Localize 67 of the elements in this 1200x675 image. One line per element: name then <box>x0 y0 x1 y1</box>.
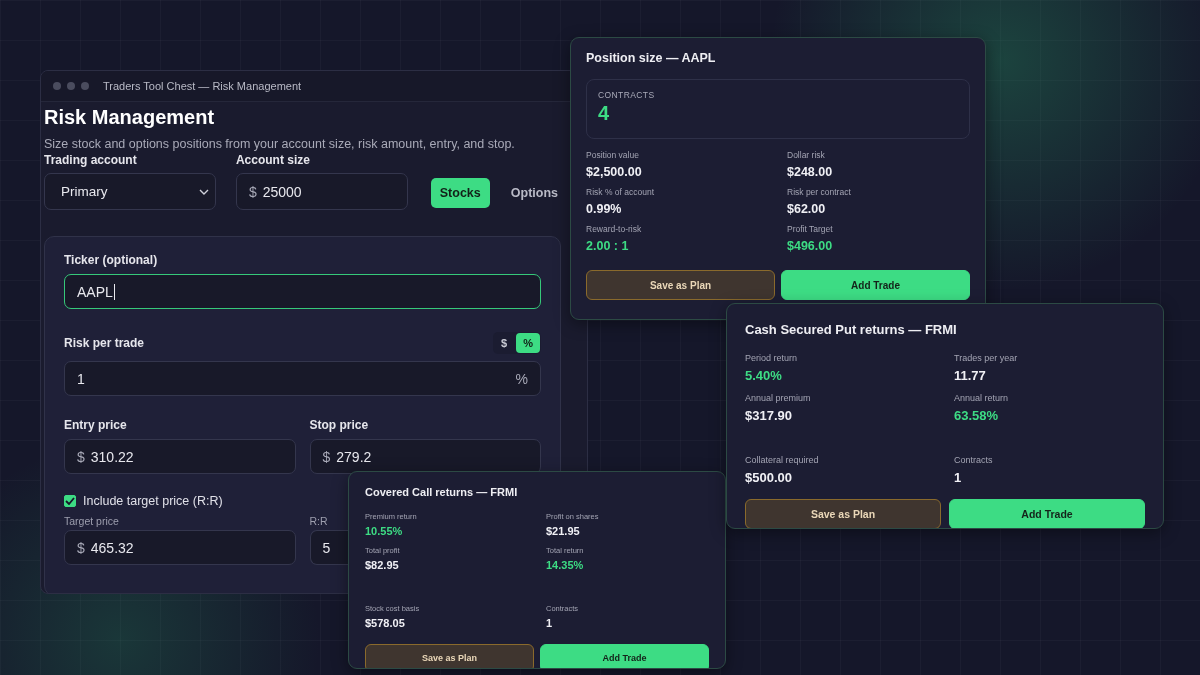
card-title: Position size — AAPL <box>586 51 717 65</box>
unit-option[interactable]: $ <box>494 333 515 353</box>
metric-value: 1 <box>954 470 962 485</box>
metric-label: Annual return <box>954 393 1009 403</box>
metric-label: Period return <box>745 353 798 363</box>
metric-value: $496.00 <box>787 239 833 253</box>
metric-label: Reward-to-risk <box>586 224 642 234</box>
metric-label: Dollar risk <box>787 150 825 160</box>
checkbox[interactable] <box>64 495 76 507</box>
page-subtitle: Size stock and options positions from your account size, risk amount, entry, and stop. <box>44 137 516 151</box>
unit-option[interactable]: % <box>516 333 540 353</box>
target-price-field[interactable]: $ 465.32 <box>64 530 296 565</box>
ticker-field[interactable]: AAPL <box>64 274 541 309</box>
metric-value: 2.00 : 1 <box>586 239 629 253</box>
metric-value: 14.35% <box>546 559 584 571</box>
account-select[interactable]: Primary <box>44 173 216 210</box>
field-label: Entry price <box>64 418 128 432</box>
checkbox-label: Include target price (R:R) <box>83 494 223 508</box>
metric-value: $248.00 <box>787 165 833 179</box>
metric-value: $62.00 <box>787 202 826 216</box>
field-label: Stop price <box>309 418 370 432</box>
metric-value: $500.00 <box>745 470 792 485</box>
risk-field[interactable]: 1 % <box>64 361 541 396</box>
metric-value: 0.99% <box>586 202 622 216</box>
metric-value: $317.90 <box>745 408 792 423</box>
metric-label: Profit Target <box>787 224 833 234</box>
card-title: Covered Call returns — FRMI <box>365 486 519 498</box>
metric-label: Trades per year <box>954 353 1018 363</box>
metric-value: 5.40% <box>745 368 782 383</box>
metric-value: $578.05 <box>365 617 405 629</box>
field-label: Ticker (optional) <box>64 253 159 267</box>
field-label: Risk per trade <box>64 336 145 350</box>
field-label: Trading account <box>44 153 138 167</box>
card-title: Cash Secured Put returns — FRMI <box>745 322 958 337</box>
mode-tab[interactable]: Options <box>501 178 567 208</box>
account-size-field[interactable]: $ 25000 <box>235 173 408 210</box>
stop-price-field[interactable]: $ 279.2 <box>309 439 541 474</box>
save-plan-button[interactable]: Save as Plan <box>365 644 534 668</box>
metric-label: Risk per contract <box>787 187 851 197</box>
metric-value: 10.55% <box>365 525 403 537</box>
metric-value: $2,500.00 <box>586 165 642 179</box>
metric-value: 63.58% <box>954 408 999 423</box>
ratio-field[interactable]: 5 <box>309 530 349 565</box>
metric-label: Risk % of account <box>586 187 655 197</box>
save-plan-button[interactable]: Save as Plan <box>586 270 775 300</box>
entry-price-field[interactable]: $ 310.22 <box>64 439 296 474</box>
add-trade-button[interactable]: Add Trade <box>540 644 709 668</box>
add-trade-button[interactable]: Add Trade <box>781 270 970 300</box>
metric-label: Collateral required <box>745 455 819 465</box>
metric-value: 1 <box>546 617 553 629</box>
metric-label: Position value <box>586 150 639 160</box>
field-label: R:R <box>309 515 328 527</box>
save-plan-button[interactable]: Save as Plan <box>745 499 941 528</box>
field-label: Target price <box>64 515 120 527</box>
add-trade-button[interactable]: Add Trade <box>949 499 1145 528</box>
window-title: Traders Tool Chest — Risk Management <box>103 80 302 92</box>
metric-value: $82.95 <box>365 559 399 571</box>
metric-value: 11.77 <box>954 368 986 383</box>
metric-value: $21.95 <box>546 525 580 537</box>
metric-label: Contracts <box>954 455 993 465</box>
highlight-value: 4 <box>598 102 611 125</box>
field-label: Account size <box>235 153 311 167</box>
page-heading: Risk Management <box>44 106 216 129</box>
chevron-icon <box>198 188 209 195</box>
mode-tab[interactable]: Stocks <box>430 178 490 208</box>
metric-label: Annual premium <box>745 393 811 403</box>
highlight-label: CONTRACTS <box>598 90 656 100</box>
